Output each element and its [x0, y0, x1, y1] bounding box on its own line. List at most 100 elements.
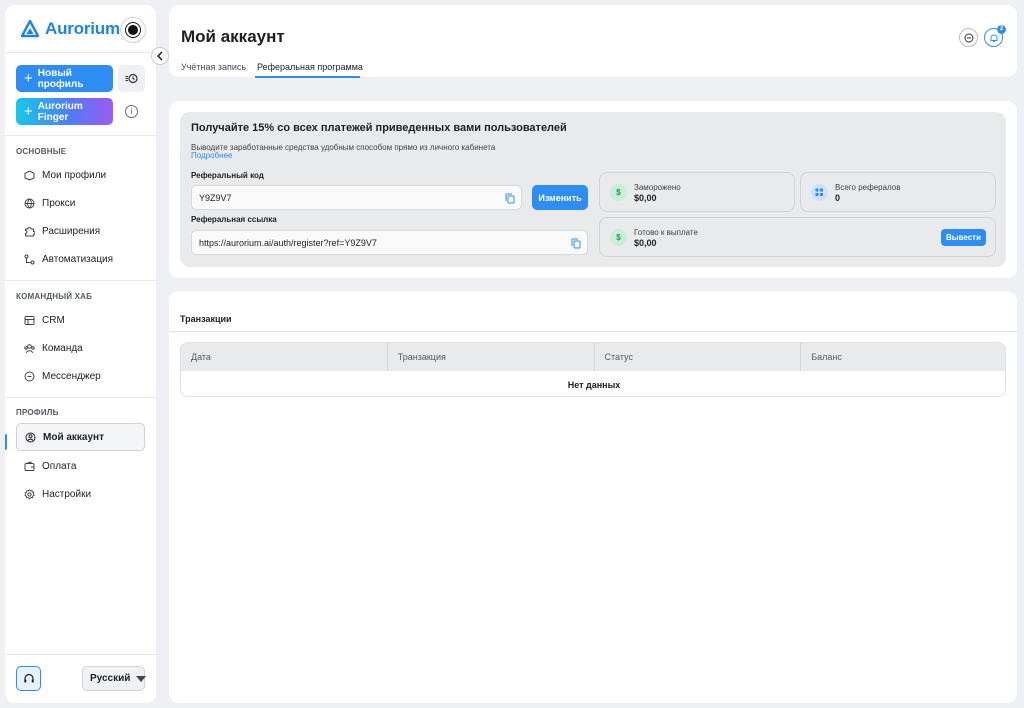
divider	[169, 331, 1017, 332]
column-header-balance[interactable]: Баланс	[800, 343, 1005, 371]
theme-toggle-button[interactable]	[120, 17, 146, 43]
table-header: Дата Транзакция Статус Баланс	[181, 343, 1005, 371]
new-profile-button[interactable]: + Новый профиль	[16, 65, 113, 92]
stat-value: $0,00	[634, 193, 657, 203]
change-code-button[interactable]: Изменить	[532, 185, 588, 210]
column-header-date[interactable]: Дата	[181, 343, 387, 371]
active-indicator	[5, 434, 7, 450]
sidebar-item-automation[interactable]: Автоматизация	[16, 245, 145, 273]
sidebar-item-label: Прокси	[42, 197, 76, 209]
sidebar-item-label: Автоматизация	[42, 253, 114, 265]
sidebar-item-extensions[interactable]: Расширения	[16, 217, 145, 245]
language-select[interactable]: Русский	[82, 666, 147, 691]
column-header-transaction[interactable]: Транзакция	[386, 343, 594, 371]
transactions-card: Транзакции Дата Транзакция Статус Баланс…	[169, 291, 1017, 703]
aurorium-logo-icon	[20, 19, 40, 38]
sidebar-item-my-account[interactable]: Мой аккаунт	[16, 423, 145, 451]
sidebar-item-label: CRM	[42, 314, 65, 326]
collapse-sidebar-button[interactable]	[151, 47, 169, 65]
section-title: КОМАНДНЫЙ ХАБ	[16, 292, 93, 301]
section-title: ОСНОВНЫЕ	[16, 147, 67, 156]
sidebar-item-label: Команда	[42, 342, 83, 354]
new-profile-label: Новый профиль	[37, 67, 84, 90]
bell-icon	[990, 34, 997, 42]
sidebar-item-label: Оплата	[42, 460, 77, 472]
tab-account[interactable]: Учётная запись	[181, 62, 246, 72]
referral-headline: Получайте 15% со всех платежей приведенн…	[191, 122, 567, 134]
link-label: Реферальная ссылка	[191, 215, 277, 224]
section-title: ПРОФИЛЬ	[16, 408, 59, 417]
gear-icon	[24, 488, 35, 500]
info-icon[interactable]: i	[125, 105, 138, 118]
aurorium-finger-button[interactable]: + Aurorium Finger	[16, 98, 113, 125]
empty-state: Нет данных	[567, 379, 621, 390]
ready-for-payout-stat: $ Готово к выплате $0,00 Вывести	[599, 217, 996, 257]
referral-card: Получайте 15% со всех платежей приведенн…	[169, 101, 1017, 278]
referral-link-value: https://aurorium.ai/auth/register?ref=Y9…	[199, 237, 377, 248]
divider	[5, 135, 156, 136]
transactions-table: Дата Транзакция Статус Баланс Нет данных	[180, 342, 1006, 397]
finger-label: Aurorium Finger	[37, 100, 83, 123]
referral-panel: Получайте 15% со всех платежей приведенн…	[180, 112, 1006, 267]
stat-value: 0	[835, 193, 841, 203]
history-button[interactable]	[118, 65, 145, 92]
cube-icon	[24, 169, 35, 181]
plus-icon: +	[24, 103, 33, 120]
caret-down-icon	[136, 675, 147, 682]
dollar-icon: $	[610, 229, 627, 246]
sidebar-item-messenger[interactable]: Мессенджер	[16, 362, 145, 390]
more-link[interactable]: Подробнее	[191, 151, 233, 160]
sidebar-item-crm[interactable]: CRM	[16, 306, 145, 334]
referral-subtitle: Выводите заработанные средства удобным с…	[191, 143, 496, 152]
referral-link-field[interactable]: https://aurorium.ai/auth/register?ref=Y9…	[191, 230, 588, 255]
referral-code-value: Y9Z9V7	[199, 192, 232, 203]
stat-label: Готово к выплате	[634, 228, 698, 237]
withdraw-button[interactable]: Вывести	[941, 229, 986, 246]
dollar-icon: $	[610, 184, 627, 201]
sidebar-item-proxy[interactable]: Прокси	[16, 189, 145, 217]
tab-referral-program[interactable]: Реферальная программа	[257, 62, 363, 72]
sidebar-item-label: Расширения	[42, 225, 101, 237]
code-label: Реферальный код	[191, 171, 264, 180]
headset-icon	[23, 673, 34, 682]
globe-icon	[24, 198, 35, 209]
grid-icon	[811, 184, 828, 201]
stat-value: $0,00	[634, 238, 657, 248]
logo-row: Aurorium	[5, 5, 156, 53]
referral-code-field[interactable]: Y9Z9V7	[191, 185, 522, 210]
stat-label: Всего рефералов	[835, 183, 901, 192]
sidebar-item-payment[interactable]: Оплата	[16, 452, 145, 480]
sidebar-item-label: Мой аккаунт	[43, 431, 104, 443]
sidebar-item-my-profiles[interactable]: Мои профили	[16, 161, 145, 189]
sidebar: Aurorium + Новый профиль + Aurorium Fing…	[5, 5, 169, 703]
total-referrals-stat: Всего рефералов 0	[800, 172, 996, 212]
chat-icon	[964, 33, 973, 42]
page-title: Мой аккаунт	[181, 27, 285, 46]
wallet-icon	[24, 460, 35, 472]
copy-icon[interactable]	[505, 193, 515, 204]
transactions-title: Транзакции	[180, 314, 232, 324]
sidebar-item-settings[interactable]: Настройки	[16, 480, 145, 508]
team-icon	[24, 343, 35, 354]
sidebar-item-team[interactable]: Команда	[16, 334, 145, 362]
copy-icon[interactable]	[571, 238, 581, 249]
puzzle-icon	[24, 226, 35, 237]
chevron-left-icon	[156, 51, 163, 61]
divider	[5, 654, 156, 655]
user-icon	[25, 432, 36, 443]
language-label: Русский	[90, 673, 131, 684]
chat-icon	[24, 371, 35, 382]
history-icon	[125, 73, 138, 84]
column-header-status[interactable]: Статус	[593, 343, 801, 371]
flow-icon	[24, 254, 35, 265]
messages-button[interactable]	[959, 28, 978, 47]
divider	[5, 397, 156, 398]
crm-icon	[24, 315, 35, 326]
divider	[5, 280, 156, 281]
notification-badge: 2	[997, 25, 1006, 34]
plus-icon: +	[24, 70, 33, 87]
support-button[interactable]	[16, 666, 41, 691]
sidebar-item-label: Мои профили	[42, 169, 107, 181]
frozen-stat: $ Заморожено $0,00	[599, 172, 795, 212]
notifications-button[interactable]: 2	[984, 25, 1006, 47]
